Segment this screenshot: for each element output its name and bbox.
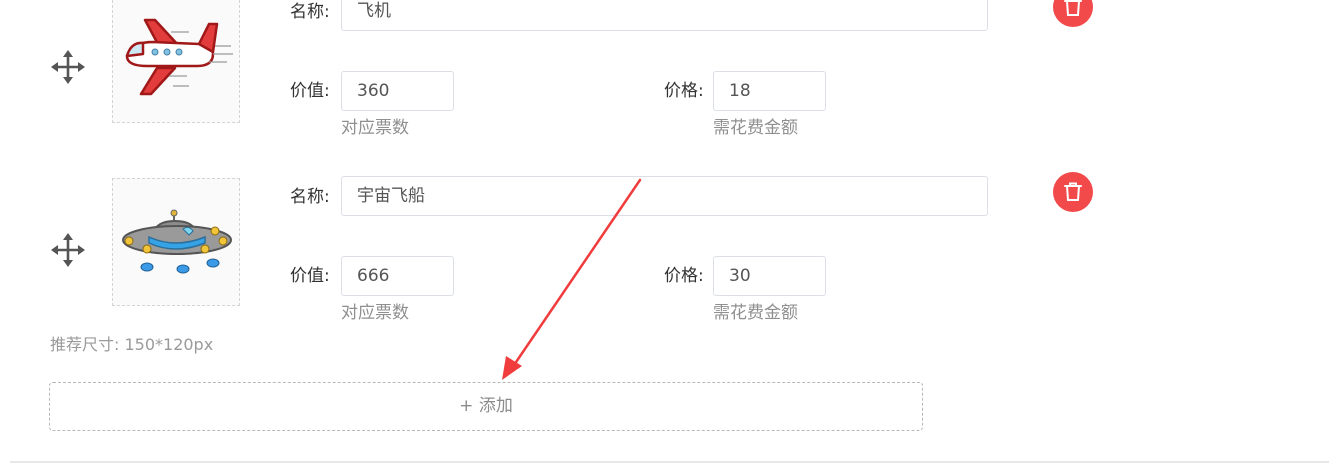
add-button[interactable]: + 添加 xyxy=(49,382,923,431)
gift-item: 名称: 宇宙飞船 价值: 666 对应票数 价格: 30 需花费金额 xyxy=(0,172,1329,328)
size-tip: 推荐尺寸: 150*120px xyxy=(50,335,214,354)
spaceship-image[interactable] xyxy=(112,178,240,306)
airplane-image[interactable] xyxy=(112,0,240,123)
value-input[interactable]: 360 xyxy=(341,71,454,111)
trash-icon xyxy=(1064,182,1082,201)
name-input[interactable]: 飞机 xyxy=(341,0,988,31)
trash-icon xyxy=(1064,0,1082,16)
value-label: 价值: xyxy=(290,266,330,286)
price-label: 价格: xyxy=(664,81,704,101)
value-hint: 对应票数 xyxy=(341,118,409,138)
name-label: 名称: xyxy=(290,187,330,207)
price-hint: 需花费金额 xyxy=(713,118,798,138)
delete-button[interactable] xyxy=(1053,0,1093,27)
price-label: 价格: xyxy=(664,266,704,286)
price-hint: 需花费金额 xyxy=(713,303,798,323)
gift-item: 名称: 飞机 价值: 360 对应票数 价格: 18 需花费金额 xyxy=(0,0,1329,143)
delete-button[interactable] xyxy=(1053,172,1093,212)
name-input[interactable]: 宇宙飞船 xyxy=(341,176,988,216)
price-input[interactable]: 18 xyxy=(713,71,826,111)
divider xyxy=(10,461,1329,463)
drag-handle-icon[interactable] xyxy=(50,49,86,85)
value-label: 价值: xyxy=(290,81,330,101)
value-input[interactable]: 666 xyxy=(341,256,454,296)
name-label: 名称: xyxy=(290,2,330,22)
drag-handle-icon[interactable] xyxy=(50,232,86,268)
value-hint: 对应票数 xyxy=(341,303,409,323)
price-input[interactable]: 30 xyxy=(713,256,826,296)
